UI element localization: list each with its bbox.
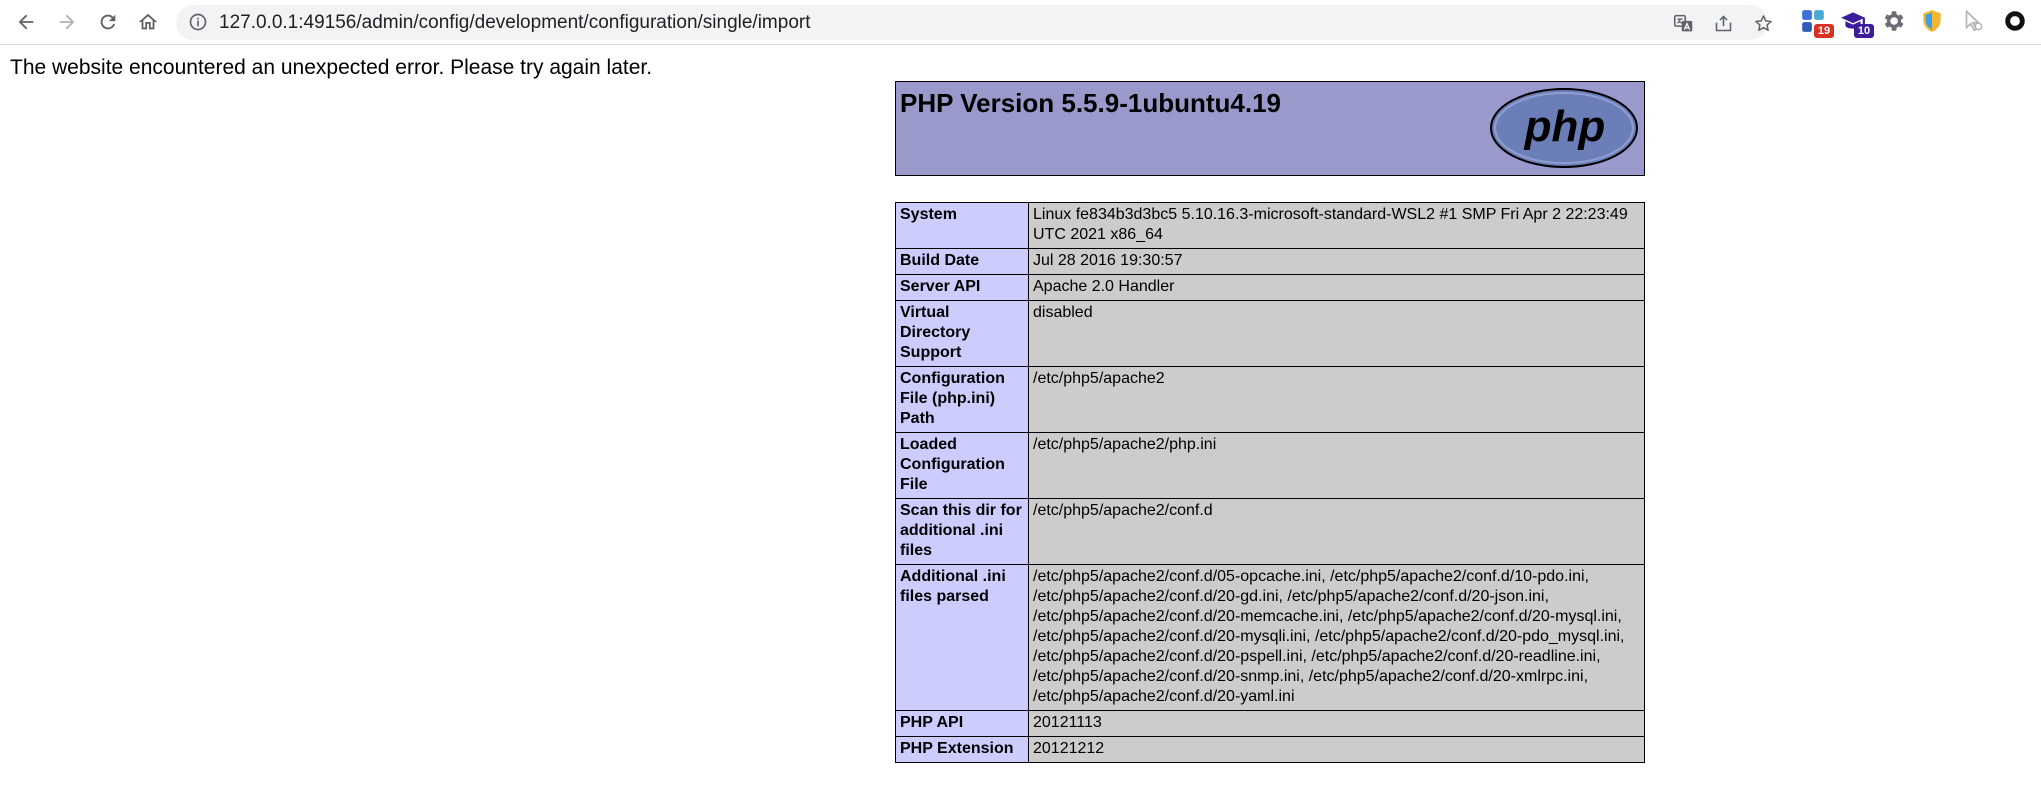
row-key: Server API [895,274,1029,301]
extension-badge: 19 [1814,24,1834,38]
table-row: Additional .ini files parsed /etc/php5/a… [895,564,1645,711]
translate-button[interactable] [1671,11,1695,35]
arrow-left-icon [18,14,34,30]
row-value: 20121212 [1028,736,1645,763]
table-row: System Linux fe834b3d3bc5 5.10.16.3-micr… [895,202,1645,249]
reload-button[interactable] [92,6,124,38]
row-value: Apache 2.0 Handler [1028,274,1645,301]
row-value: /etc/php5/apache2 [1028,366,1645,433]
table-row: Virtual Directory Support disabled [895,300,1645,367]
share-icon [1715,14,1731,31]
forward-button[interactable] [51,6,83,38]
table-row: Loaded Configuration File /etc/php5/apac… [895,432,1645,499]
row-key: Virtual Directory Support [895,300,1029,367]
bookmark-button[interactable] [1751,11,1775,35]
row-value: /etc/php5/apache2/conf.d [1028,498,1645,565]
puzzle-extension[interactable]: 19 [1800,8,1834,38]
mortarboard-extension[interactable]: 10 [1840,8,1874,38]
row-value: Jul 28 2016 19:30:57 [1028,248,1645,275]
php-logo-icon[interactable]: php [1489,87,1639,169]
phpinfo-table: System Linux fe834b3d3bc5 5.10.16.3-micr… [895,202,1645,763]
row-key: Loaded Configuration File [895,432,1029,499]
row-key: Scan this dir for additional .ini files [895,498,1029,565]
row-key: Build Date [895,248,1029,275]
row-value: /etc/php5/apache2/conf.d/05-opcache.ini,… [1028,564,1645,711]
circle-icon [2005,11,2025,31]
arrow-right-icon [59,14,75,30]
star-icon [1754,14,1772,31]
row-value: /etc/php5/apache2/php.ini [1028,432,1645,499]
row-key: Additional .ini files parsed [895,564,1029,711]
extension-badge: 10 [1854,24,1874,38]
url-text[interactable]: 127.0.0.1:49156/admin/config/development… [219,5,811,40]
share-button[interactable] [1711,11,1735,35]
home-icon [138,13,158,30]
row-key: PHP Extension [895,736,1029,763]
table-row: Build Date Jul 28 2016 19:30:57 [895,248,1645,275]
table-row: Configuration File (php.ini) Path /etc/p… [895,366,1645,433]
shield-icon [1923,10,1941,32]
table-row: PHP API 20121113 [895,710,1645,737]
cursor-icon [1965,9,1983,32]
table-row: PHP Extension 20121212 [895,736,1645,763]
row-key: System [895,202,1029,249]
cursor-extension[interactable] [1960,8,1990,38]
browser-toolbar: 127.0.0.1:49156/admin/config/development… [0,0,2041,45]
row-key: Configuration File (php.ini) Path [895,366,1029,433]
gear-extension[interactable] [1880,8,1910,38]
reload-icon [100,14,116,30]
info-icon[interactable] [188,12,208,32]
phpinfo-panel: PHP Version 5.5.9-1ubuntu4.19 php System… [895,81,1645,763]
row-key: PHP API [895,710,1029,737]
back-button[interactable] [10,6,42,38]
php-version-title: PHP Version 5.5.9-1ubuntu4.19 [900,88,1281,118]
shield-extension[interactable] [1919,8,1949,38]
gear-icon [1884,11,1904,31]
circle-extension[interactable] [2002,8,2032,38]
error-message: The website encountered an unexpected er… [10,56,653,79]
row-value: disabled [1028,300,1645,367]
translate-icon [1673,14,1692,31]
phpinfo-header: PHP Version 5.5.9-1ubuntu4.19 php [895,81,1645,176]
php-logo-text: php [1524,102,1606,151]
table-row: Scan this dir for additional .ini files … [895,498,1645,565]
table-row: Server API Apache 2.0 Handler [895,274,1645,301]
home-button[interactable] [132,6,164,38]
row-value: 20121113 [1028,710,1645,737]
row-value: Linux fe834b3d3bc5 5.10.16.3-microsoft-s… [1028,202,1645,249]
address-bar[interactable]: 127.0.0.1:49156/admin/config/development… [176,5,1772,40]
